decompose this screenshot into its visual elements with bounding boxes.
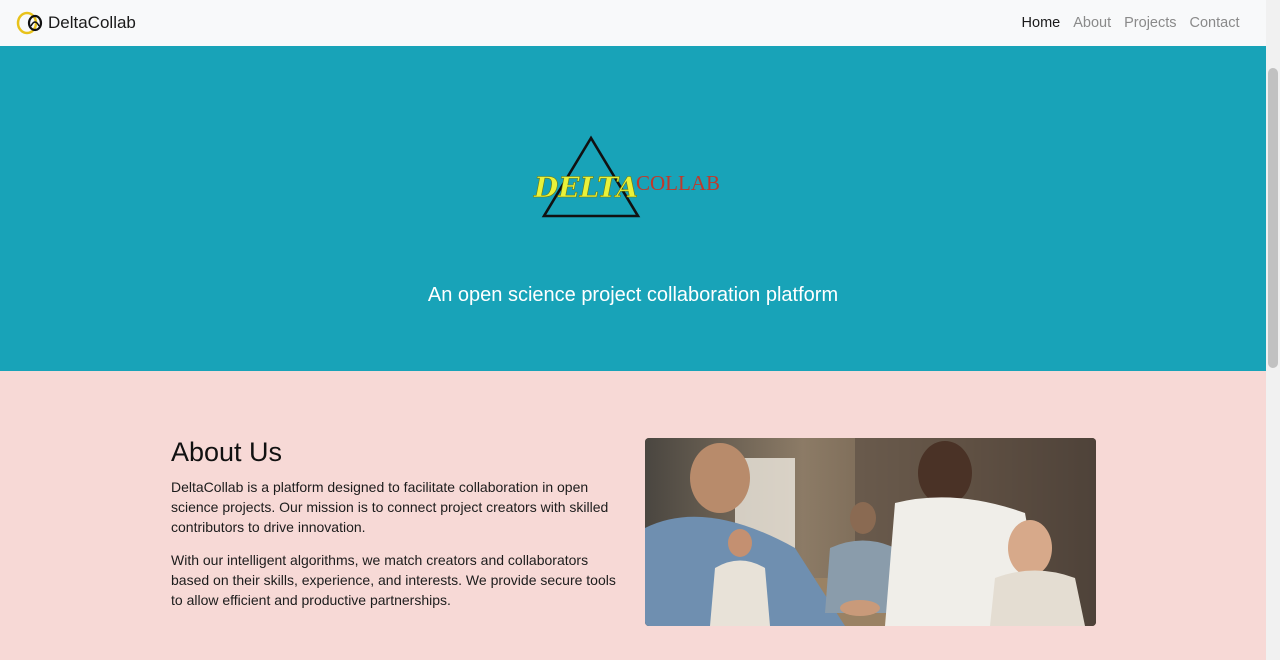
nav-projects[interactable]: Projects [1118,7,1183,39]
brand-link[interactable]: DeltaCollab [16,10,136,36]
photo-illustration [645,438,1096,626]
double-loop-logo-icon [16,11,43,35]
nav-contact[interactable]: Contact [1183,7,1246,39]
hero-tagline: An open science project collaboration pl… [427,284,839,306]
brand-name: DeltaCollab [48,13,136,32]
page-scrollbar[interactable] [1266,0,1280,660]
logo-text-delta: DELTA [533,171,638,204]
nav-about[interactable]: About [1067,7,1118,39]
delta-collab-logo: DELTA COLLAB [533,135,720,218]
about-paragraph-1: DeltaCollab is a platform designed to fa… [171,479,609,535]
navbar: DeltaCollab Home About Projects Contact [0,0,1266,46]
team-handshake-photo [645,438,1096,626]
about-title: About Us [171,437,283,467]
hero-section: DELTA COLLAB An open science project col… [0,46,1266,371]
logo-text-collab: COLLAB [636,171,720,195]
nav-links: Home About Projects Contact [1015,7,1246,39]
nav-home[interactable]: Home [1015,7,1067,39]
about-paragraph-2: With our intelligent algorithms, we matc… [171,552,616,608]
scrollbar-thumb[interactable] [1268,68,1278,368]
about-section: About Us DeltaCollab is a platform desig… [0,371,1266,660]
